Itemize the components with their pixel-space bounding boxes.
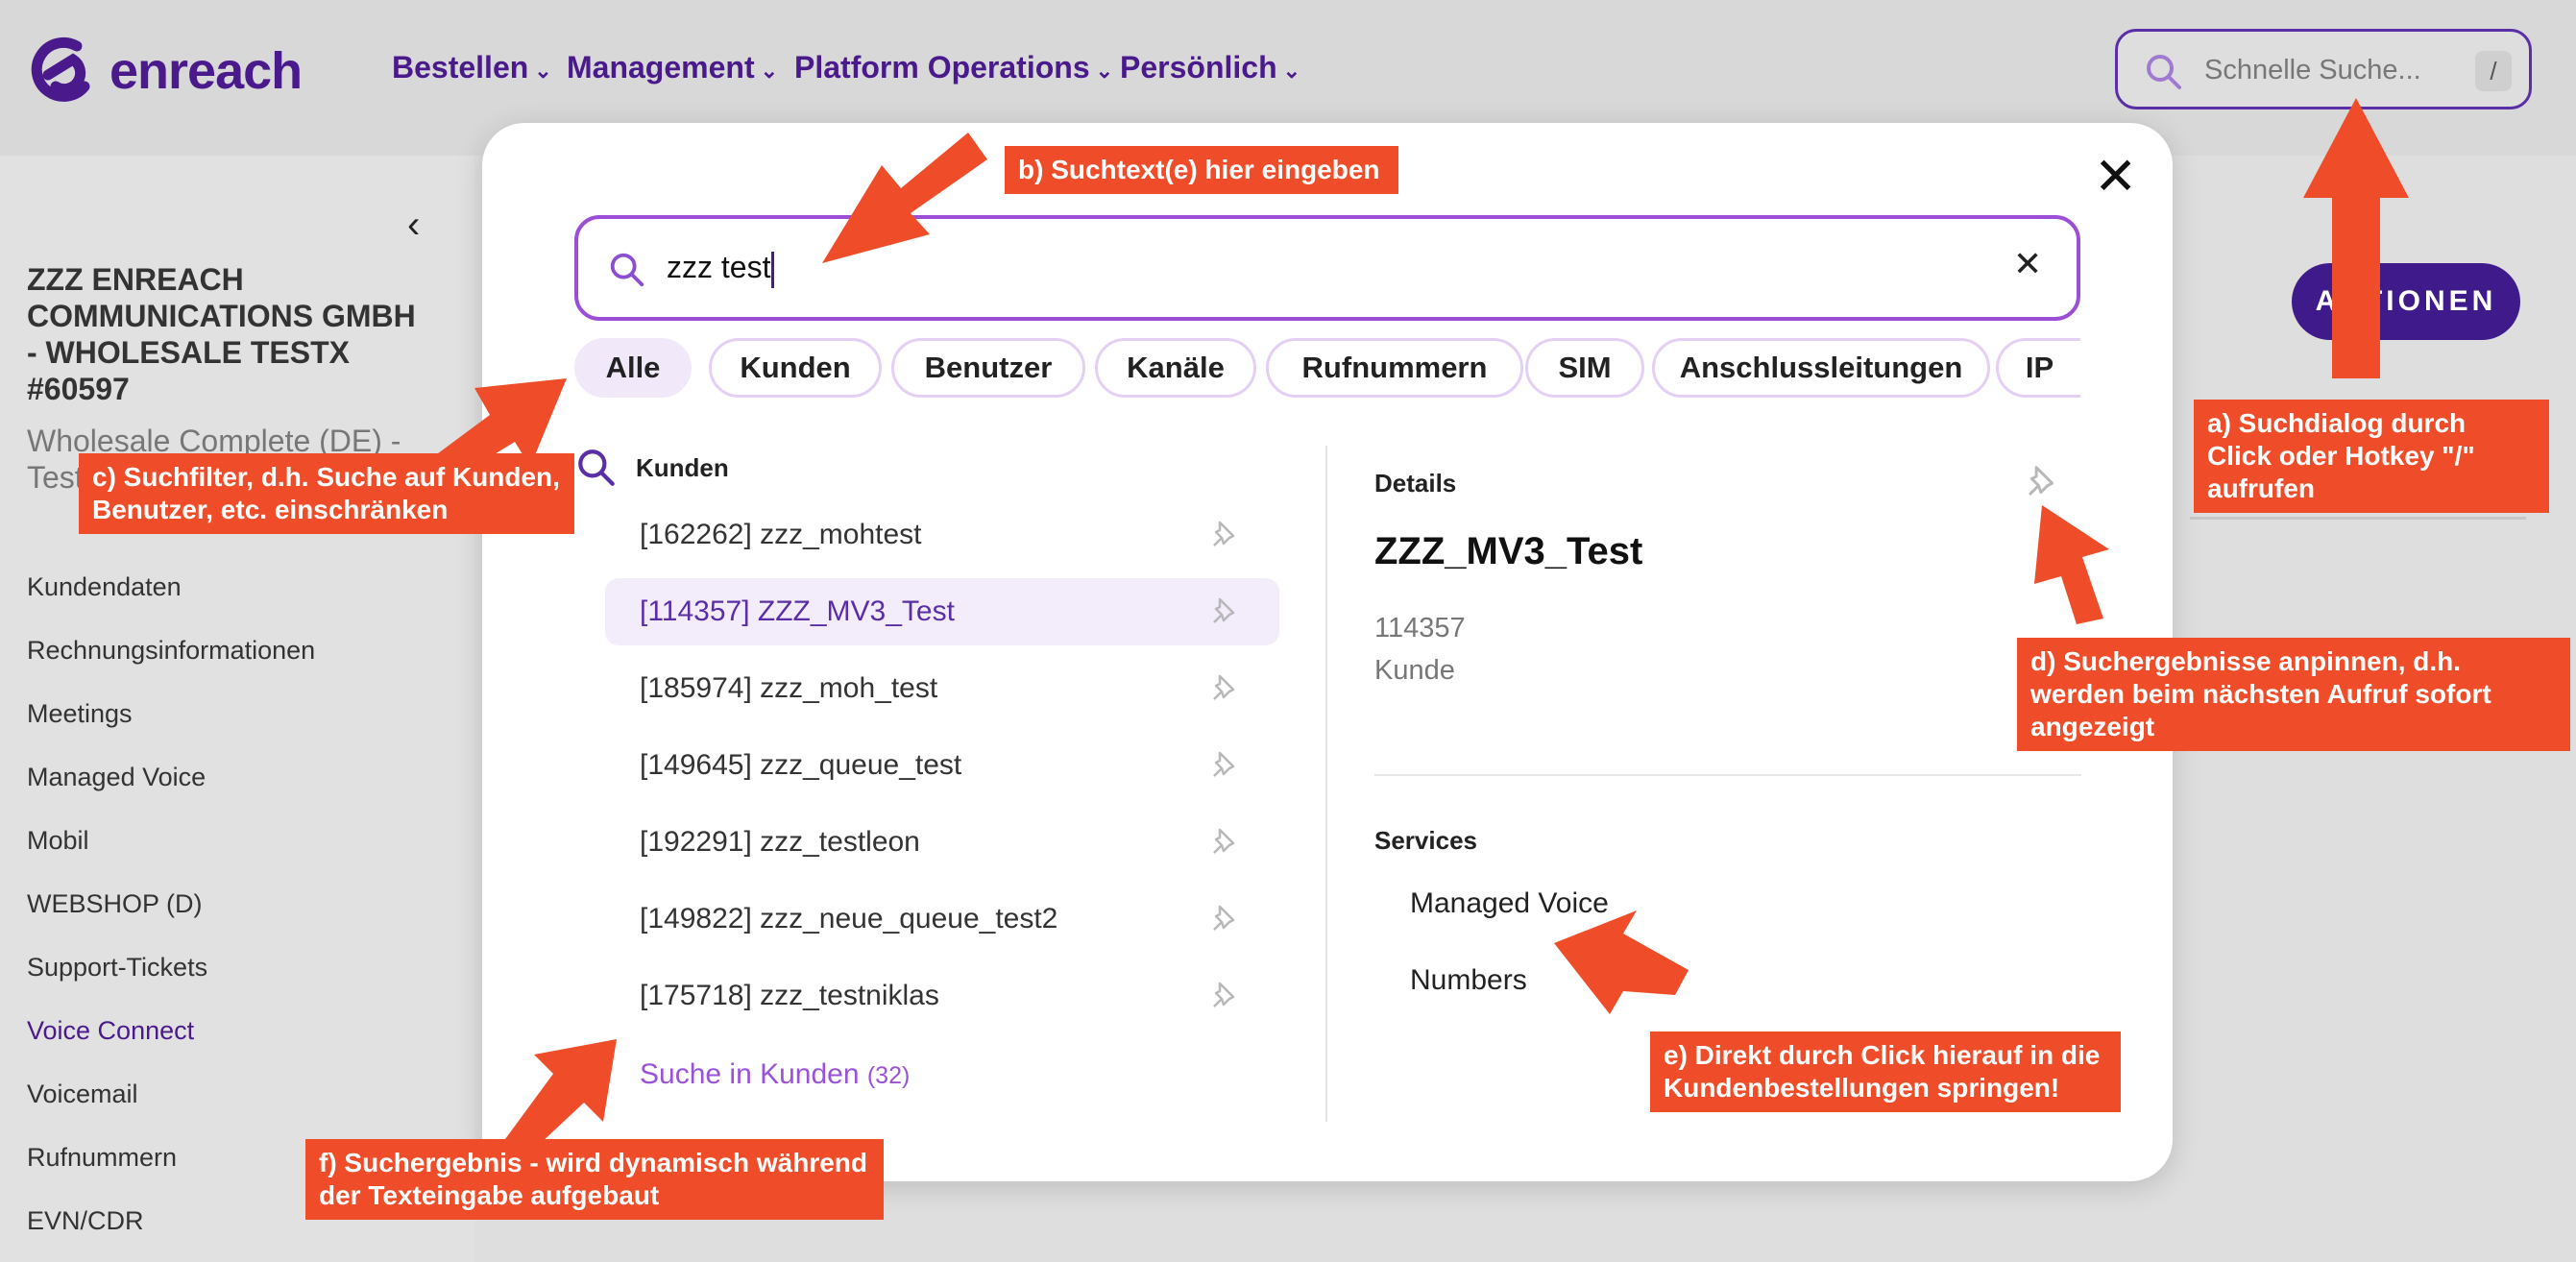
annotation-f: f) Suchergebnis - wird dynamisch während… [305, 1139, 884, 1220]
arrow-d [2034, 505, 2109, 624]
annotation-d: d) Suchergebnisse anpinnen, d.h. werden … [2017, 638, 2570, 751]
arrow-b [822, 133, 987, 263]
annotation-e: e) Direkt durch Click hierauf in die Kun… [1650, 1031, 2121, 1112]
arrow-e [1554, 910, 1689, 1014]
annotation-a: a) Suchdialog durch Click oder Hotkey "/… [2194, 400, 2549, 513]
annotation-c: c) Suchfilter, d.h. Suche auf Kunden, Be… [79, 453, 574, 534]
arrow-a [2303, 98, 2409, 378]
annotation-b: b) Suchtext(e) hier eingeben [1005, 146, 1398, 194]
